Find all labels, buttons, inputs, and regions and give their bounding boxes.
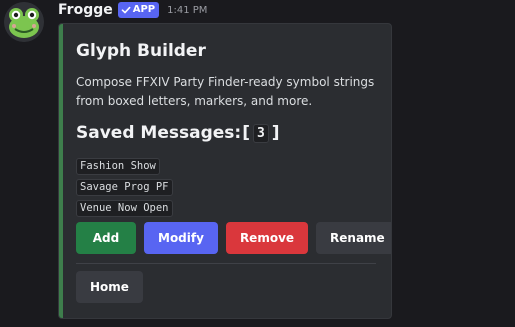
divider <box>76 263 376 264</box>
timestamp: 1:41 PM <box>167 4 208 16</box>
saved-messages-list: Fashion Show Savage Prog PF Venue Now Op… <box>76 158 173 221</box>
embed-description: Compose FFXIV Party Finder-ready symbol … <box>76 75 375 108</box>
app-badge-label: APP <box>132 4 156 15</box>
saved-message-item: Venue Now Open <box>76 200 173 217</box>
action-button-row: Add Modify Remove Rename <box>76 222 391 254</box>
close-bracket: ] <box>271 123 280 143</box>
saved-messages-label: Saved Messages: <box>76 123 242 143</box>
saved-message-item: Savage Prog PF <box>76 179 173 196</box>
navigation-button-row: Home <box>76 271 143 303</box>
saved-messages-heading: Saved Messages: [ 3 ] <box>76 123 281 143</box>
app-badge: APP <box>117 2 160 18</box>
chat-message: Frogge APP 1:41 PM Glyph Builder Compose… <box>0 0 515 327</box>
modify-button[interactable]: Modify <box>144 222 218 254</box>
saved-message-item: Fashion Show <box>76 158 160 175</box>
username[interactable]: Frogge <box>58 2 113 18</box>
remove-button[interactable]: Remove <box>225 222 309 254</box>
avatar[interactable] <box>4 2 44 42</box>
embed-accent-bar <box>59 24 63 318</box>
message-header: Frogge APP 1:41 PM <box>58 0 207 20</box>
rename-button[interactable]: Rename <box>316 222 391 254</box>
open-bracket: [ <box>242 123 250 143</box>
add-button[interactable]: Add <box>76 222 136 254</box>
frog-avatar-icon <box>4 2 44 42</box>
embed-title: Glyph Builder <box>76 41 206 61</box>
embed-card: Glyph Builder Compose FFXIV Party Finder… <box>58 23 392 319</box>
saved-messages-count: 3 <box>252 123 269 143</box>
home-button[interactable]: Home <box>76 271 143 303</box>
checkmark-icon <box>121 6 131 14</box>
